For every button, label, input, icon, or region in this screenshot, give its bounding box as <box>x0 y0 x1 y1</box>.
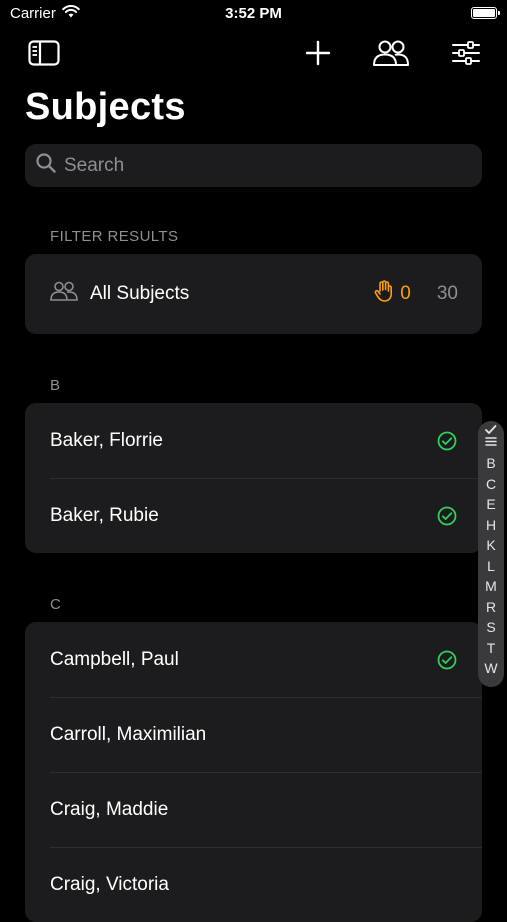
counts: 0 30 <box>374 280 458 308</box>
status-time: 3:52 PM <box>225 5 282 22</box>
battery-icon <box>471 7 500 19</box>
groups-icon[interactable] <box>371 38 411 68</box>
list-item[interactable]: Campbell, Paul <box>25 622 482 697</box>
list-item[interactable]: Baker, Rubie <box>25 478 482 553</box>
page-title: Subjects <box>25 86 186 128</box>
subject-name: Campbell, Paul <box>50 648 179 670</box>
list-item[interactable]: Craig, Victoria <box>25 847 482 922</box>
index-letter[interactable]: S <box>486 617 495 638</box>
index-letter[interactable]: K <box>486 535 495 556</box>
index-letter[interactable]: B <box>486 453 495 474</box>
list-item[interactable]: Baker, Florrie <box>25 403 482 478</box>
raised-hand-count: 0 <box>400 283 411 304</box>
filter-sliders-icon[interactable] <box>449 38 483 68</box>
check-circle-icon <box>437 431 457 457</box>
index-letter[interactable]: L <box>487 556 495 577</box>
subject-name: Craig, Maddie <box>50 798 169 820</box>
section-header-b: B <box>50 377 61 394</box>
subject-name: Baker, Rubie <box>50 504 159 526</box>
search-placeholder: Search <box>64 154 125 176</box>
index-letter[interactable]: R <box>486 597 496 618</box>
index-letter[interactable]: W <box>484 658 497 679</box>
total-count: 30 <box>436 283 458 304</box>
section-c-card: Campbell, Paul Carroll, Maximilian Craig… <box>25 622 482 922</box>
index-letter[interactable]: H <box>486 515 496 536</box>
check-circle-icon <box>437 506 457 532</box>
raised-hand-icon <box>374 280 394 308</box>
index-letter[interactable]: E <box>486 494 495 515</box>
filter-results-header: FILTER RESULTS <box>50 228 179 245</box>
section-header-c: C <box>50 596 62 613</box>
all-subjects-label: All Subjects <box>90 283 190 304</box>
index-letter[interactable]: C <box>486 474 496 495</box>
index-letter[interactable]: M <box>485 576 497 597</box>
subject-name: Carroll, Maximilian <box>50 723 207 745</box>
subject-name: Baker, Florrie <box>50 429 163 451</box>
index-letter[interactable]: T <box>487 638 496 659</box>
people-icon <box>50 281 78 307</box>
status-bar: Carrier 3:52 PM <box>0 0 507 28</box>
search-icon <box>36 153 56 178</box>
section-b-card: Baker, Florrie Baker, Rubie <box>25 403 482 553</box>
add-icon[interactable] <box>301 38 335 68</box>
sidebar-toggle-icon[interactable] <box>27 38 61 68</box>
all-subjects-row[interactable]: All Subjects 0 30 <box>25 254 482 334</box>
subject-name: Craig, Victoria <box>50 873 169 895</box>
all-subjects-card: All Subjects 0 30 <box>25 254 482 334</box>
check-circle-icon <box>437 650 457 676</box>
section-index-bar[interactable]: B C E H K L M R S T W <box>478 421 504 687</box>
checklist-index-icon[interactable] <box>484 424 498 453</box>
list-item[interactable]: Craig, Maddie <box>25 772 482 847</box>
search-field[interactable]: Search <box>25 144 482 187</box>
list-item[interactable]: Carroll, Maximilian <box>25 697 482 772</box>
